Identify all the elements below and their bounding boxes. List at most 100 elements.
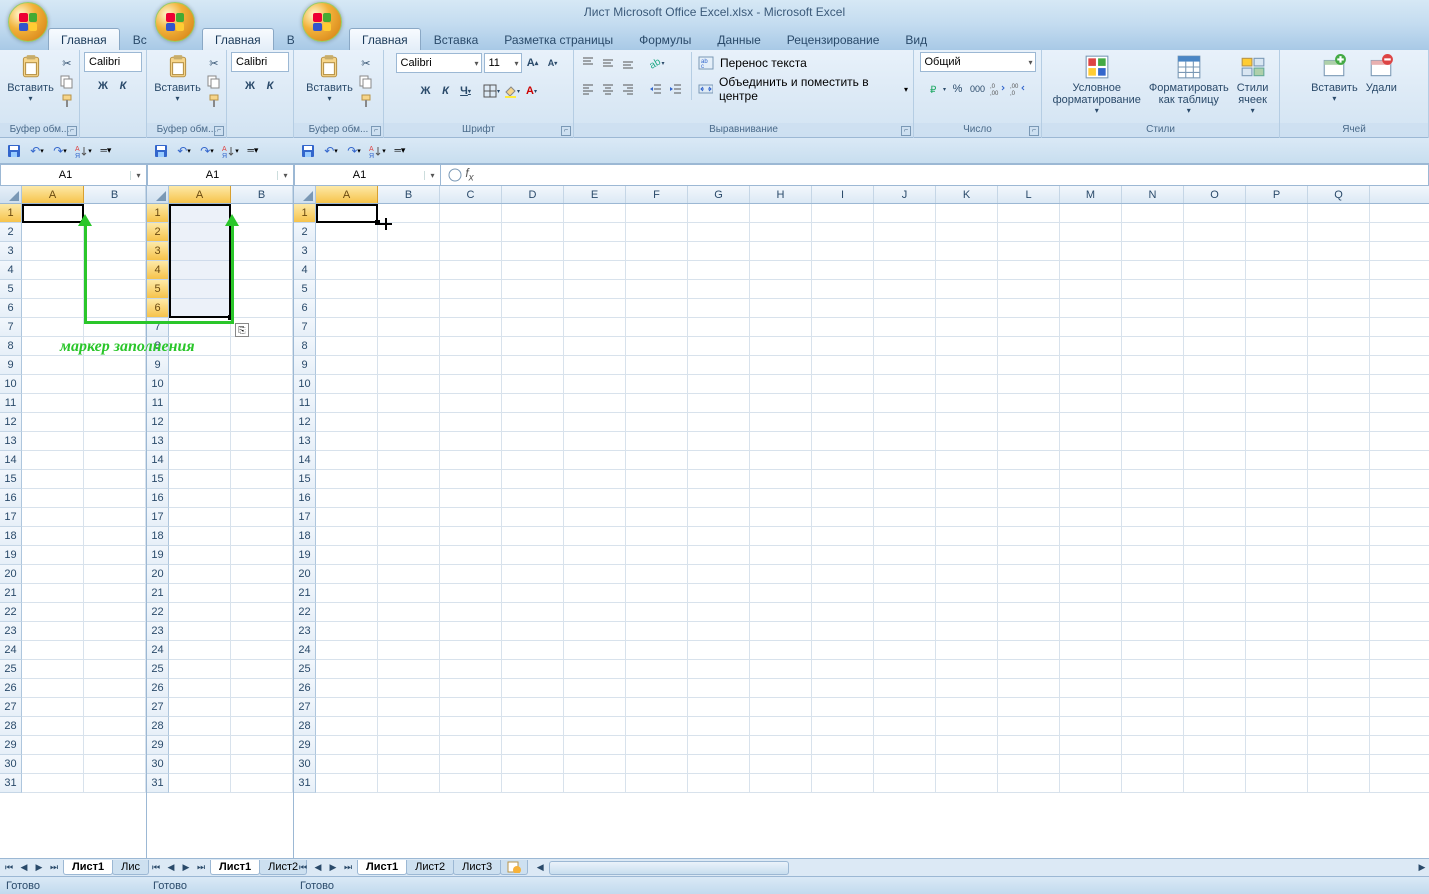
cell[interactable] (316, 717, 378, 736)
cell[interactable] (1060, 299, 1122, 318)
row-header[interactable]: 10 (147, 375, 169, 394)
cell[interactable] (1246, 774, 1308, 793)
cell[interactable] (1308, 679, 1370, 698)
select-all-corner[interactable] (147, 186, 169, 204)
cell[interactable] (936, 584, 998, 603)
cell[interactable] (440, 584, 502, 603)
cell[interactable] (22, 527, 84, 546)
format-painter-button[interactable] (357, 92, 375, 110)
cell[interactable] (440, 432, 502, 451)
cell[interactable] (169, 717, 231, 736)
cell[interactable] (998, 603, 1060, 622)
cell[interactable] (231, 641, 293, 660)
cell[interactable] (812, 546, 874, 565)
cell[interactable] (1122, 641, 1184, 660)
cell[interactable] (936, 318, 998, 337)
cell[interactable] (688, 413, 750, 432)
cell[interactable] (626, 546, 688, 565)
cell[interactable] (1184, 565, 1246, 584)
cell[interactable] (502, 413, 564, 432)
cell[interactable] (378, 527, 440, 546)
cell[interactable] (378, 451, 440, 470)
cell[interactable] (874, 622, 936, 641)
cell[interactable] (316, 508, 378, 527)
cell[interactable] (502, 337, 564, 356)
cell[interactable] (812, 679, 874, 698)
cell[interactable] (936, 660, 998, 679)
row-header[interactable]: 9 (0, 356, 22, 375)
cell[interactable] (84, 527, 146, 546)
cell[interactable] (1308, 641, 1370, 660)
cell[interactable] (440, 679, 502, 698)
cell[interactable] (812, 508, 874, 527)
cell[interactable] (874, 660, 936, 679)
cell[interactable] (1246, 470, 1308, 489)
format-as-table-button[interactable]: Форматировать как таблицу▾ (1145, 52, 1233, 117)
cell[interactable] (812, 755, 874, 774)
decrease-decimal-button[interactable]: ,00,0 (1009, 80, 1027, 98)
cell[interactable] (440, 508, 502, 527)
cell[interactable] (231, 299, 293, 318)
cell[interactable] (440, 565, 502, 584)
row-header[interactable]: 5 (294, 280, 316, 299)
cell[interactable] (874, 413, 936, 432)
cell[interactable] (231, 337, 293, 356)
cell[interactable] (750, 337, 812, 356)
cell[interactable] (750, 679, 812, 698)
cell[interactable] (84, 565, 146, 584)
row-header[interactable]: 2 (147, 223, 169, 242)
row-header[interactable]: 17 (0, 508, 22, 527)
italic-button[interactable]: К (437, 82, 455, 100)
cell[interactable] (440, 242, 502, 261)
cell[interactable] (22, 242, 84, 261)
col-header[interactable]: C (440, 186, 502, 203)
cell[interactable] (564, 470, 626, 489)
cell[interactable] (1060, 413, 1122, 432)
cell[interactable] (316, 584, 378, 603)
cell[interactable] (750, 432, 812, 451)
cell[interactable] (231, 223, 293, 242)
cell[interactable] (874, 223, 936, 242)
cell[interactable] (750, 660, 812, 679)
cell[interactable] (22, 717, 84, 736)
cell[interactable] (750, 603, 812, 622)
cell[interactable] (812, 356, 874, 375)
cell[interactable] (378, 280, 440, 299)
cell[interactable] (874, 527, 936, 546)
grid-panel-3[interactable]: ABCDEFGHIJKLMNOPQ 1234567891011121314151… (294, 186, 1429, 858)
cell[interactable] (688, 280, 750, 299)
row-header[interactable]: 31 (0, 774, 22, 793)
cell[interactable] (874, 679, 936, 698)
cell[interactable] (169, 413, 231, 432)
cell[interactable] (998, 489, 1060, 508)
cell[interactable] (231, 451, 293, 470)
cell[interactable] (812, 603, 874, 622)
cell[interactable] (688, 451, 750, 470)
cell[interactable] (378, 489, 440, 508)
cell[interactable] (1060, 698, 1122, 717)
cell[interactable] (1122, 698, 1184, 717)
cell[interactable] (688, 375, 750, 394)
cell[interactable] (1184, 489, 1246, 508)
row-header[interactable]: 3 (294, 242, 316, 261)
cell[interactable] (564, 527, 626, 546)
cell[interactable] (316, 261, 378, 280)
cell[interactable] (564, 204, 626, 223)
cell[interactable] (440, 489, 502, 508)
cell[interactable] (378, 622, 440, 641)
cell[interactable] (688, 641, 750, 660)
row-header[interactable]: 23 (294, 622, 316, 641)
cell[interactable] (1122, 489, 1184, 508)
cell[interactable] (378, 299, 440, 318)
cell[interactable] (998, 527, 1060, 546)
cell[interactable] (84, 280, 146, 299)
cell[interactable] (1122, 451, 1184, 470)
cell[interactable] (688, 736, 750, 755)
cell[interactable] (440, 546, 502, 565)
cell[interactable] (1122, 432, 1184, 451)
cell[interactable] (564, 565, 626, 584)
cell[interactable] (169, 774, 231, 793)
cell[interactable] (564, 261, 626, 280)
cell[interactable] (936, 280, 998, 299)
cell[interactable] (378, 546, 440, 565)
